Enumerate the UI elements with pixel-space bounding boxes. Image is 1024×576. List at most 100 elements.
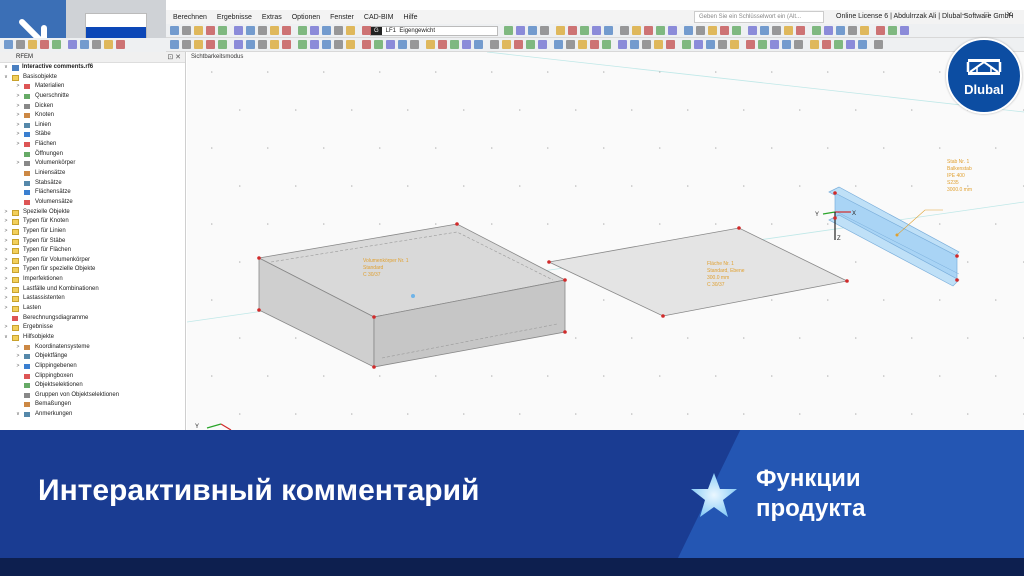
toolbar-tool-icon[interactable] — [876, 26, 885, 35]
model-canvas[interactable]: X Y Z Y Volumenkörper Nr. 1 Standard C 3… — [187, 52, 1024, 430]
tree-row[interactable]: > Knoten — [0, 111, 185, 121]
toolbar-tool-icon[interactable] — [568, 26, 577, 35]
expand-icon[interactable]: > — [2, 294, 10, 304]
toolbar-tool-icon[interactable] — [310, 26, 319, 35]
toolbar-tool-icon[interactable] — [732, 26, 741, 35]
toolbar-tool-icon[interactable] — [194, 26, 203, 35]
tree-row[interactable]: Berechnungsdiagramme — [0, 314, 185, 324]
tree-row[interactable]: > Materialien — [0, 82, 185, 92]
toolbar-tool-icon[interactable] — [772, 26, 781, 35]
toolbar-tool-icon[interactable] — [258, 40, 267, 49]
tree-row[interactable]: > Dicken — [0, 102, 185, 112]
close-icon[interactable]: ✕ — [1006, 10, 1013, 20]
toolbar-tool-icon[interactable] — [824, 26, 833, 35]
tree-row[interactable]: > Stäbe — [0, 130, 185, 140]
model-viewport[interactable]: Sichtbarkeitsmodus X Y Z Y Volumenkörper… — [187, 52, 1024, 430]
toolbar-tool-icon[interactable] — [234, 40, 243, 49]
expand-icon[interactable]: > — [14, 130, 22, 140]
toolbar-tool-icon[interactable] — [566, 40, 575, 49]
tree-row[interactable]: Gruppen von Objektselektionen — [0, 391, 185, 401]
toolbar-tool-icon[interactable] — [528, 26, 537, 35]
toolbar-tool-icon[interactable] — [246, 26, 255, 35]
toolbar-tool-icon[interactable] — [218, 26, 227, 35]
toolbar-tool-icon[interactable] — [720, 26, 729, 35]
toolbar-tool-icon[interactable] — [516, 26, 525, 35]
expand-icon[interactable]: > — [2, 275, 10, 285]
node-marker[interactable] — [833, 216, 837, 220]
toolbar-tool-icon[interactable] — [822, 40, 831, 49]
toolbar-tool-icon[interactable] — [796, 26, 805, 35]
maximize-icon[interactable]: □ — [984, 10, 989, 20]
toolbar-tool-icon[interactable] — [16, 40, 25, 49]
toolbar-tool-icon[interactable] — [654, 40, 663, 49]
expand-icon[interactable]: > — [2, 304, 10, 314]
toolbar-tool-icon[interactable] — [514, 40, 523, 49]
expand-icon[interactable]: > — [14, 102, 22, 112]
node-marker[interactable] — [547, 260, 551, 264]
toolbar-tool-icon[interactable] — [504, 26, 513, 35]
toolbar-tool-icon[interactable] — [718, 40, 727, 49]
tree-row[interactable]: > Volumenkörper — [0, 159, 185, 169]
toolbar-tool-icon[interactable] — [206, 40, 215, 49]
toolbar-tool-icon[interactable] — [362, 40, 371, 49]
node-marker[interactable] — [955, 278, 959, 282]
toolbar-tool-icon[interactable] — [656, 26, 665, 35]
toolbar-tool-icon[interactable] — [642, 40, 651, 49]
expand-icon[interactable]: > — [14, 140, 22, 150]
toolbar-tool-icon[interactable] — [554, 40, 563, 49]
expand-icon[interactable]: > — [2, 217, 10, 227]
toolbar-tool-icon[interactable] — [246, 40, 255, 49]
tree-row[interactable]: > Lasten — [0, 304, 185, 314]
toolbar-tool-icon[interactable] — [666, 40, 675, 49]
toolbar-tool-icon[interactable] — [812, 26, 821, 35]
toolbar-tool-icon[interactable] — [282, 26, 291, 35]
tree-row-file[interactable]: ∨ Interactive comments.rf6 — [0, 63, 185, 73]
toolbar-tool-icon[interactable] — [708, 26, 717, 35]
toolbar-tool-icon[interactable] — [644, 26, 653, 35]
toolbar-tool-icon[interactable] — [592, 26, 601, 35]
toolbar-tool-icon[interactable] — [438, 40, 447, 49]
expand-icon[interactable]: > — [2, 285, 10, 295]
node-marker[interactable] — [257, 308, 261, 312]
node-marker[interactable] — [661, 314, 665, 318]
toolbar-tool-icon[interactable] — [526, 40, 535, 49]
tree-row[interactable]: Stabsätze — [0, 179, 185, 189]
node-marker[interactable] — [955, 254, 959, 258]
tree-row[interactable]: Flächensätze — [0, 188, 185, 198]
toolbar-tool-icon[interactable] — [426, 40, 435, 49]
tree-row[interactable]: ∨ Hilfsobjekte — [0, 333, 185, 343]
toolbar-tool-icon[interactable] — [194, 40, 203, 49]
tree-row[interactable]: > Linien — [0, 121, 185, 131]
node-marker[interactable] — [845, 279, 849, 283]
toolbar-tool-icon[interactable] — [182, 26, 191, 35]
toolbar-tool-icon[interactable] — [580, 26, 589, 35]
tree-row[interactable]: > Lastassistenten — [0, 294, 185, 304]
expand-icon[interactable]: > — [2, 323, 10, 333]
node-marker[interactable] — [833, 191, 837, 195]
toolbar-tool-icon[interactable] — [556, 26, 565, 35]
toolbar-tool-icon[interactable] — [848, 26, 857, 35]
menu-optionen[interactable]: Optionen — [287, 14, 325, 21]
toolbar-tool-icon[interactable] — [604, 26, 613, 35]
tree-row[interactable]: > Querschnitte — [0, 92, 185, 102]
toolbar-tool-icon[interactable] — [182, 40, 191, 49]
toolbar-tool-icon[interactable] — [234, 26, 243, 35]
node-marker[interactable] — [257, 256, 261, 260]
toolbar-tool-icon[interactable] — [80, 40, 89, 49]
toolbar-tool-icon[interactable] — [618, 40, 627, 49]
expand-icon[interactable]: > — [14, 362, 22, 372]
toolbar-tool-icon[interactable] — [694, 40, 703, 49]
toolbar-tool-icon[interactable] — [334, 26, 343, 35]
collapse-icon[interactable]: ∨ — [2, 63, 10, 73]
tree-row[interactable]: > Flächen — [0, 140, 185, 150]
toolbar-tool-icon[interactable] — [270, 26, 279, 35]
toolbar-tool-icon[interactable] — [834, 40, 843, 49]
toolbar-tool-icon[interactable] — [836, 26, 845, 35]
menu-hilfe[interactable]: Hilfe — [398, 14, 422, 21]
tree-row[interactable]: > Lastfälle und Kombinationen — [0, 285, 185, 295]
expand-icon[interactable]: > — [14, 111, 22, 121]
toolbar-tool-icon[interactable] — [602, 40, 611, 49]
toolbar-tool-icon[interactable] — [630, 40, 639, 49]
toolbar-tool-icon[interactable] — [502, 40, 511, 49]
toolbar-tool-icon[interactable] — [474, 40, 483, 49]
